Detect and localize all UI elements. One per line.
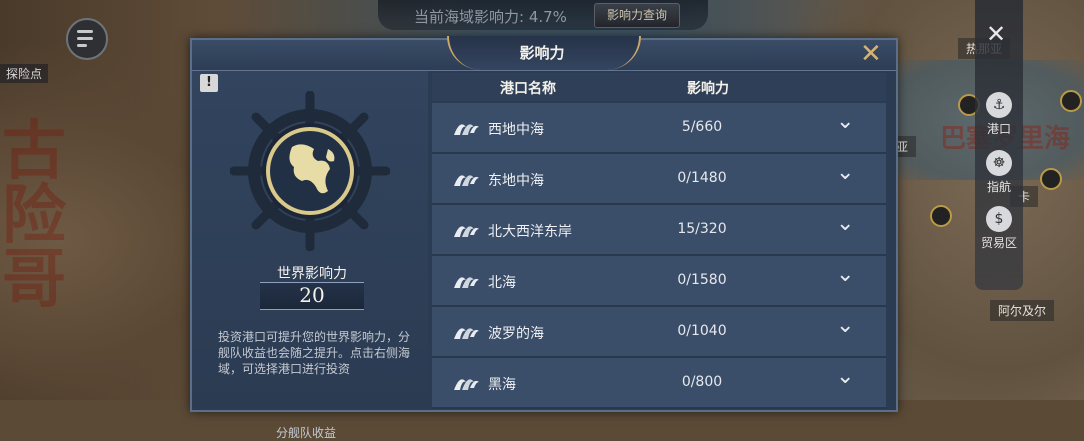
sea-influence-value: 0/800	[681, 374, 723, 390]
table-row[interactable]: 东地中海 0/1480 ⌄	[432, 154, 886, 205]
sea-wave-icon	[454, 328, 479, 339]
chevron-down-icon[interactable]: ⌄	[836, 109, 854, 134]
world-influence-label: 世界影响力	[277, 266, 347, 282]
table-row[interactable]: 波罗的海 0/1040 ⌄	[432, 307, 886, 358]
influence-dialog: 影响力 ✕ ! 世界影响力 20 投资港口可提升您的世界影响力，分舰队收益也会随…	[190, 36, 898, 440]
sea-influence-value: 5/660	[681, 119, 723, 135]
sea-name: 东地中海	[488, 173, 544, 189]
chevron-down-icon[interactable]: ⌄	[836, 262, 854, 287]
sea-wave-icon	[454, 175, 479, 186]
sea-influence-value: 0/1040	[677, 323, 727, 339]
dialog-title: 影响力	[519, 44, 565, 62]
sea-influence-value: 15/320	[677, 221, 727, 237]
info-button[interactable]: !	[200, 74, 218, 92]
sea-influence-value: 0/1480	[677, 170, 727, 186]
trade-icon: $	[986, 206, 1012, 232]
rail-helm-label: 指航	[986, 180, 1011, 194]
sea-name: 北大西洋东岸	[488, 224, 572, 240]
world-influence-panel: ! 世界影响力 20 投资港口可提升您的世界影响力，分舰队收益也会随之提升。点击…	[192, 71, 428, 440]
rail-trade-button[interactable]: $ 贸易区	[975, 206, 1023, 251]
close-x-icon[interactable]: ✕	[860, 39, 882, 69]
sea-name: 波罗的海	[488, 326, 544, 342]
sea-wave-icon	[454, 226, 479, 237]
fleet-income-subtitle: 分舰队收益	[276, 426, 337, 440]
ship-wheel-globe-icon	[230, 91, 390, 251]
influence-query-button[interactable]: 影响力查询	[594, 3, 680, 28]
chevron-down-icon[interactable]: ⌄	[836, 211, 854, 236]
world-influence-value: 20	[299, 283, 325, 307]
header-port-name: 港口名称	[500, 81, 556, 97]
helm-icon: ☸	[986, 150, 1012, 176]
close-icon[interactable]: ✕	[986, 20, 1006, 48]
chevron-down-icon[interactable]: ⌄	[836, 364, 854, 389]
sea-wave-icon	[454, 124, 479, 135]
port-label-algiers[interactable]: 阿尔及尔	[990, 300, 1055, 321]
table-row[interactable]: 北大西洋东岸 15/320 ⌄	[432, 205, 886, 256]
sea-wave-icon	[454, 277, 479, 288]
rail-trade-label: 贸易区	[980, 236, 1017, 250]
rail-port-label: 港口	[986, 122, 1011, 136]
sea-name: 西地中海	[488, 122, 544, 138]
map-pin-icon[interactable]	[1040, 168, 1062, 190]
port-icon: ⚓	[986, 92, 1012, 118]
table-row[interactable]: 北海 0/1580 ⌄	[432, 256, 886, 307]
sea-name: 黑海	[488, 377, 516, 393]
chevron-down-icon[interactable]: ⌄	[836, 160, 854, 185]
map-pin-icon[interactable]	[1060, 90, 1082, 112]
current-sea-influence: 当前海域影响力: 4.7%	[414, 8, 567, 26]
port-influence-table: 港口名称 影响力 西地中海 5/660 ⌄ 东地中海 0/1480 ⌄ 北大西洋东岸 15/3…	[432, 73, 886, 410]
influence-description: 投资港口可提升您的世界影响力，分舰队收益也会随之提升。点击右侧海域，可选择港口进…	[218, 330, 411, 376]
chevron-down-icon[interactable]: ⌄	[836, 313, 854, 338]
sea-name: 北海	[488, 275, 516, 291]
table-row[interactable]: 西地中海 5/660 ⌄	[432, 103, 886, 154]
menu-button[interactable]	[66, 18, 108, 60]
table-header: 港口名称 影响力	[432, 73, 886, 101]
sea-wave-icon	[454, 379, 479, 390]
sea-influence-value: 0/1580	[677, 272, 727, 288]
rail-port-button[interactable]: ⚓ 港口	[975, 92, 1023, 137]
header-influence: 影响力	[687, 81, 729, 97]
map-label-explore[interactable]: 探险点	[0, 64, 49, 83]
rail-helm-button[interactable]: ☸ 指航	[975, 150, 1023, 195]
map-region-text-left: 古险哥	[2, 114, 66, 317]
map-pin-icon[interactable]	[930, 205, 952, 227]
table-row[interactable]: 黑海 0/800 ⌄	[432, 358, 886, 409]
